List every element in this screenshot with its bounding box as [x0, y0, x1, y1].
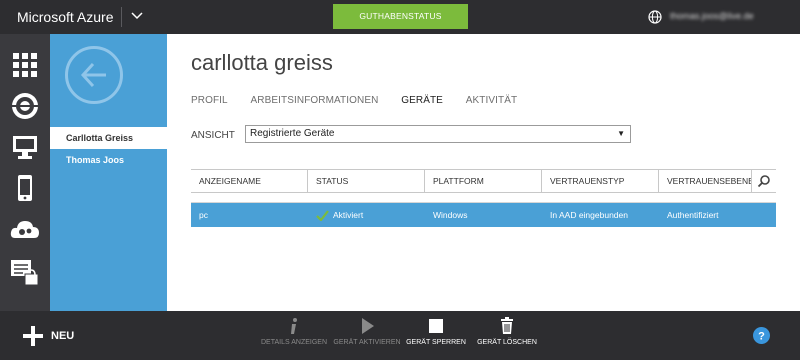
back-button[interactable]	[65, 46, 123, 104]
details-button[interactable]: DETAILS ANZEIGEN	[258, 317, 330, 346]
table-row[interactable]: pc Aktiviert Windows In AAD eingebunden …	[191, 203, 776, 227]
column-header-trust-level[interactable]: VERTRAUENSEBENE	[659, 170, 752, 192]
active-directory-icon[interactable]	[9, 256, 41, 288]
cloud-services-icon[interactable]	[9, 214, 41, 246]
dropdown-arrow-icon: ▼	[617, 129, 625, 138]
tab-strip: PROFIL ARBEITSINFORMATIONEN GERÄTE AKTIV…	[191, 95, 537, 106]
column-header-platform[interactable]: PLATTFORM	[425, 170, 542, 192]
info-icon	[291, 318, 297, 334]
play-icon	[362, 318, 374, 334]
cell-trust-level: Authentifiziert	[667, 210, 719, 220]
activate-device-button[interactable]: GERÄT AKTIVIEREN	[331, 317, 403, 346]
all-items-icon[interactable]	[9, 49, 41, 81]
back-arrow-icon	[80, 62, 106, 88]
virtual-machines-icon[interactable]	[9, 131, 41, 163]
cell-status: Aktiviert	[308, 203, 363, 227]
check-icon	[316, 210, 329, 222]
tab-aktivitaet[interactable]: AKTIVITÄT	[466, 95, 517, 106]
tab-arbeitsinformationen[interactable]: ARBEITSINFORMATIONEN	[251, 95, 379, 106]
block-label: GERÄT SPERREN	[406, 339, 466, 346]
user-list-sidebar: Carllotta Greiss Thomas Joos	[50, 34, 167, 311]
view-filter-value: Registrierte Geräte	[250, 128, 335, 139]
tab-geraete[interactable]: GERÄTE	[401, 95, 443, 106]
mobile-services-icon[interactable]	[9, 172, 41, 204]
column-header-trust-type[interactable]: VERTRAUENSTYP	[542, 170, 659, 192]
help-icon[interactable]: ?	[753, 327, 770, 344]
cell-name: pc	[199, 210, 208, 220]
devices-table: ANZEIGENAME STATUS PLATTFORM VERTRAUENST…	[191, 169, 776, 227]
view-filter-select[interactable]: Registrierte Geräte ▼	[245, 125, 631, 143]
service-icon-bar	[0, 34, 50, 311]
cell-platform: Windows	[433, 210, 468, 220]
user-email[interactable]: thomas.joos@live.de	[670, 11, 754, 21]
plus-icon[interactable]	[23, 326, 43, 346]
block-device-button[interactable]: GERÄT SPERREN	[403, 317, 469, 346]
brand-title[interactable]: Microsoft Azure	[17, 9, 113, 25]
chevron-down-icon[interactable]	[130, 9, 144, 23]
top-bar: Microsoft Azure GUTHABENSTATUS thomas.jo…	[0, 0, 800, 34]
stop-icon	[429, 319, 443, 333]
column-header-name[interactable]: ANZEIGENAME	[191, 170, 308, 192]
new-button[interactable]: NEU	[51, 330, 74, 342]
cell-status-text: Aktiviert	[333, 210, 364, 220]
main-content: carllotta greiss PROFIL ARBEITSINFORMATI…	[167, 34, 800, 311]
activate-label: GERÄT AKTIVIEREN	[333, 339, 401, 346]
details-label: DETAILS ANZEIGEN	[261, 339, 327, 346]
table-spacer	[191, 193, 776, 203]
page-title: carllotta greiss	[191, 50, 333, 75]
globe-icon[interactable]	[648, 10, 662, 24]
svg-text:?: ?	[758, 331, 765, 343]
sidebar-item-carllotta-greiss[interactable]: Carllotta Greiss	[50, 127, 167, 149]
sidebar-item-thomas-joos[interactable]: Thomas Joos	[50, 149, 167, 171]
trash-icon	[501, 317, 513, 334]
table-header: ANZEIGENAME STATUS PLATTFORM VERTRAUENST…	[191, 169, 776, 193]
view-filter-label: ANSICHT	[191, 130, 235, 141]
tab-profil[interactable]: PROFIL	[191, 95, 228, 106]
brand-divider	[121, 7, 122, 27]
web-apps-icon[interactable]	[9, 90, 41, 122]
credit-status-button[interactable]: GUTHABENSTATUS	[333, 4, 468, 29]
cell-trust-type: In AAD eingebunden	[550, 210, 628, 220]
column-header-status[interactable]: STATUS	[308, 170, 425, 192]
command-bar: NEU DETAILS ANZEIGEN GERÄT AKTIVIEREN GE…	[0, 311, 800, 360]
delete-device-button[interactable]: GERÄT LÖSCHEN	[474, 317, 540, 346]
search-icon[interactable]	[757, 174, 771, 188]
delete-label: GERÄT LÖSCHEN	[477, 339, 537, 346]
